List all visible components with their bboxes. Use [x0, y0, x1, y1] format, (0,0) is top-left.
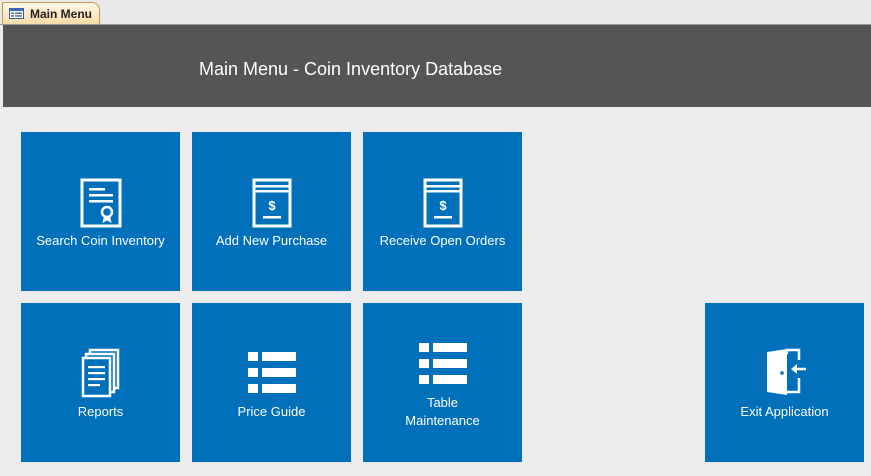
exit-door-icon: [767, 348, 806, 395]
form-header: Main Menu - Coin Inventory Database: [3, 25, 871, 107]
tile-label: Add New Purchase: [215, 233, 328, 248]
add-new-purchase-button[interactable]: $ Add New Purchase: [192, 132, 351, 291]
tab-label: Main Menu: [30, 6, 92, 21]
price-guide-button[interactable]: Price Guide: [192, 303, 351, 462]
form-icon: [9, 8, 24, 19]
tile-label: Exit Application: [740, 404, 829, 419]
tile-label: Receive Open Orders: [379, 233, 506, 248]
tile-label: Search Coin Inventory: [36, 233, 165, 248]
list-icon: [419, 343, 467, 384]
tile-label-line-1: Table: [426, 395, 459, 410]
tile-label: Reports: [77, 404, 124, 419]
documents-icon: [81, 348, 120, 398]
document-tab-strip: Main Menu: [0, 0, 871, 25]
svg-text:$: $: [268, 198, 276, 213]
table-maintenance-button[interactable]: Table Maintenance: [363, 303, 522, 462]
receipt-dollar-icon: $: [423, 178, 463, 228]
svg-text:$: $: [439, 198, 447, 213]
exit-application-button[interactable]: Exit Application: [705, 303, 864, 462]
tab-main-menu[interactable]: Main Menu: [2, 2, 100, 24]
receive-open-orders-button[interactable]: $ Receive Open Orders: [363, 132, 522, 291]
receipt-dollar-icon: $: [252, 178, 292, 228]
certificate-icon: [80, 178, 122, 228]
list-icon: [248, 352, 296, 393]
page-title: Main Menu - Coin Inventory Database: [199, 59, 503, 79]
tile-label: Price Guide: [237, 404, 306, 419]
reports-button[interactable]: Reports: [21, 303, 180, 462]
tile-label-line-2: Maintenance: [405, 413, 480, 428]
search-coin-inventory-button[interactable]: Search Coin Inventory: [21, 132, 180, 291]
